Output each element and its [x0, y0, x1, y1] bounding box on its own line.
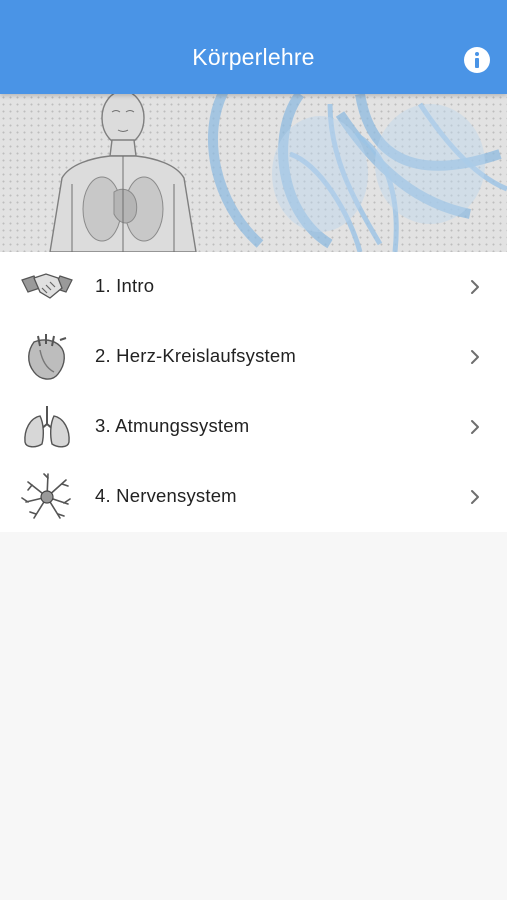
list-item-nervensystem[interactable]: 4. Nervensystem: [0, 462, 507, 532]
chevron-right-icon: [471, 490, 479, 504]
navigation-bar: Körperlehre: [0, 0, 507, 94]
neuron-icon: [21, 473, 71, 519]
chapter-list: 1. Intro 2. Herz-Kreislaufsystem 3. Atmu…: [0, 252, 507, 532]
heart-icon: [28, 334, 67, 380]
list-item-intro[interactable]: 1. Intro: [0, 252, 507, 322]
list-item-label: 1. Intro: [95, 275, 155, 296]
handshake-icon: [21, 273, 73, 299]
list-item-atmungssystem[interactable]: 3. Atmungssystem: [0, 392, 507, 462]
chevron-right-icon: [471, 280, 479, 294]
list-item-label: 4. Nervensystem: [95, 485, 237, 506]
anatomy-banner: [0, 94, 507, 253]
chevron-right-icon: [471, 350, 479, 364]
page-title: Körperlehre: [192, 44, 315, 70]
list-item-herz-kreislaufsystem[interactable]: 2. Herz-Kreislaufsystem: [0, 322, 507, 392]
chevron-right-icon: [471, 420, 479, 434]
anatomy-illustration: [49, 94, 507, 252]
list-item-label: 2. Herz-Kreislaufsystem: [95, 345, 296, 366]
list-item-label: 3. Atmungssystem: [95, 415, 250, 436]
info-icon[interactable]: [464, 47, 490, 73]
lungs-icon: [24, 406, 70, 448]
